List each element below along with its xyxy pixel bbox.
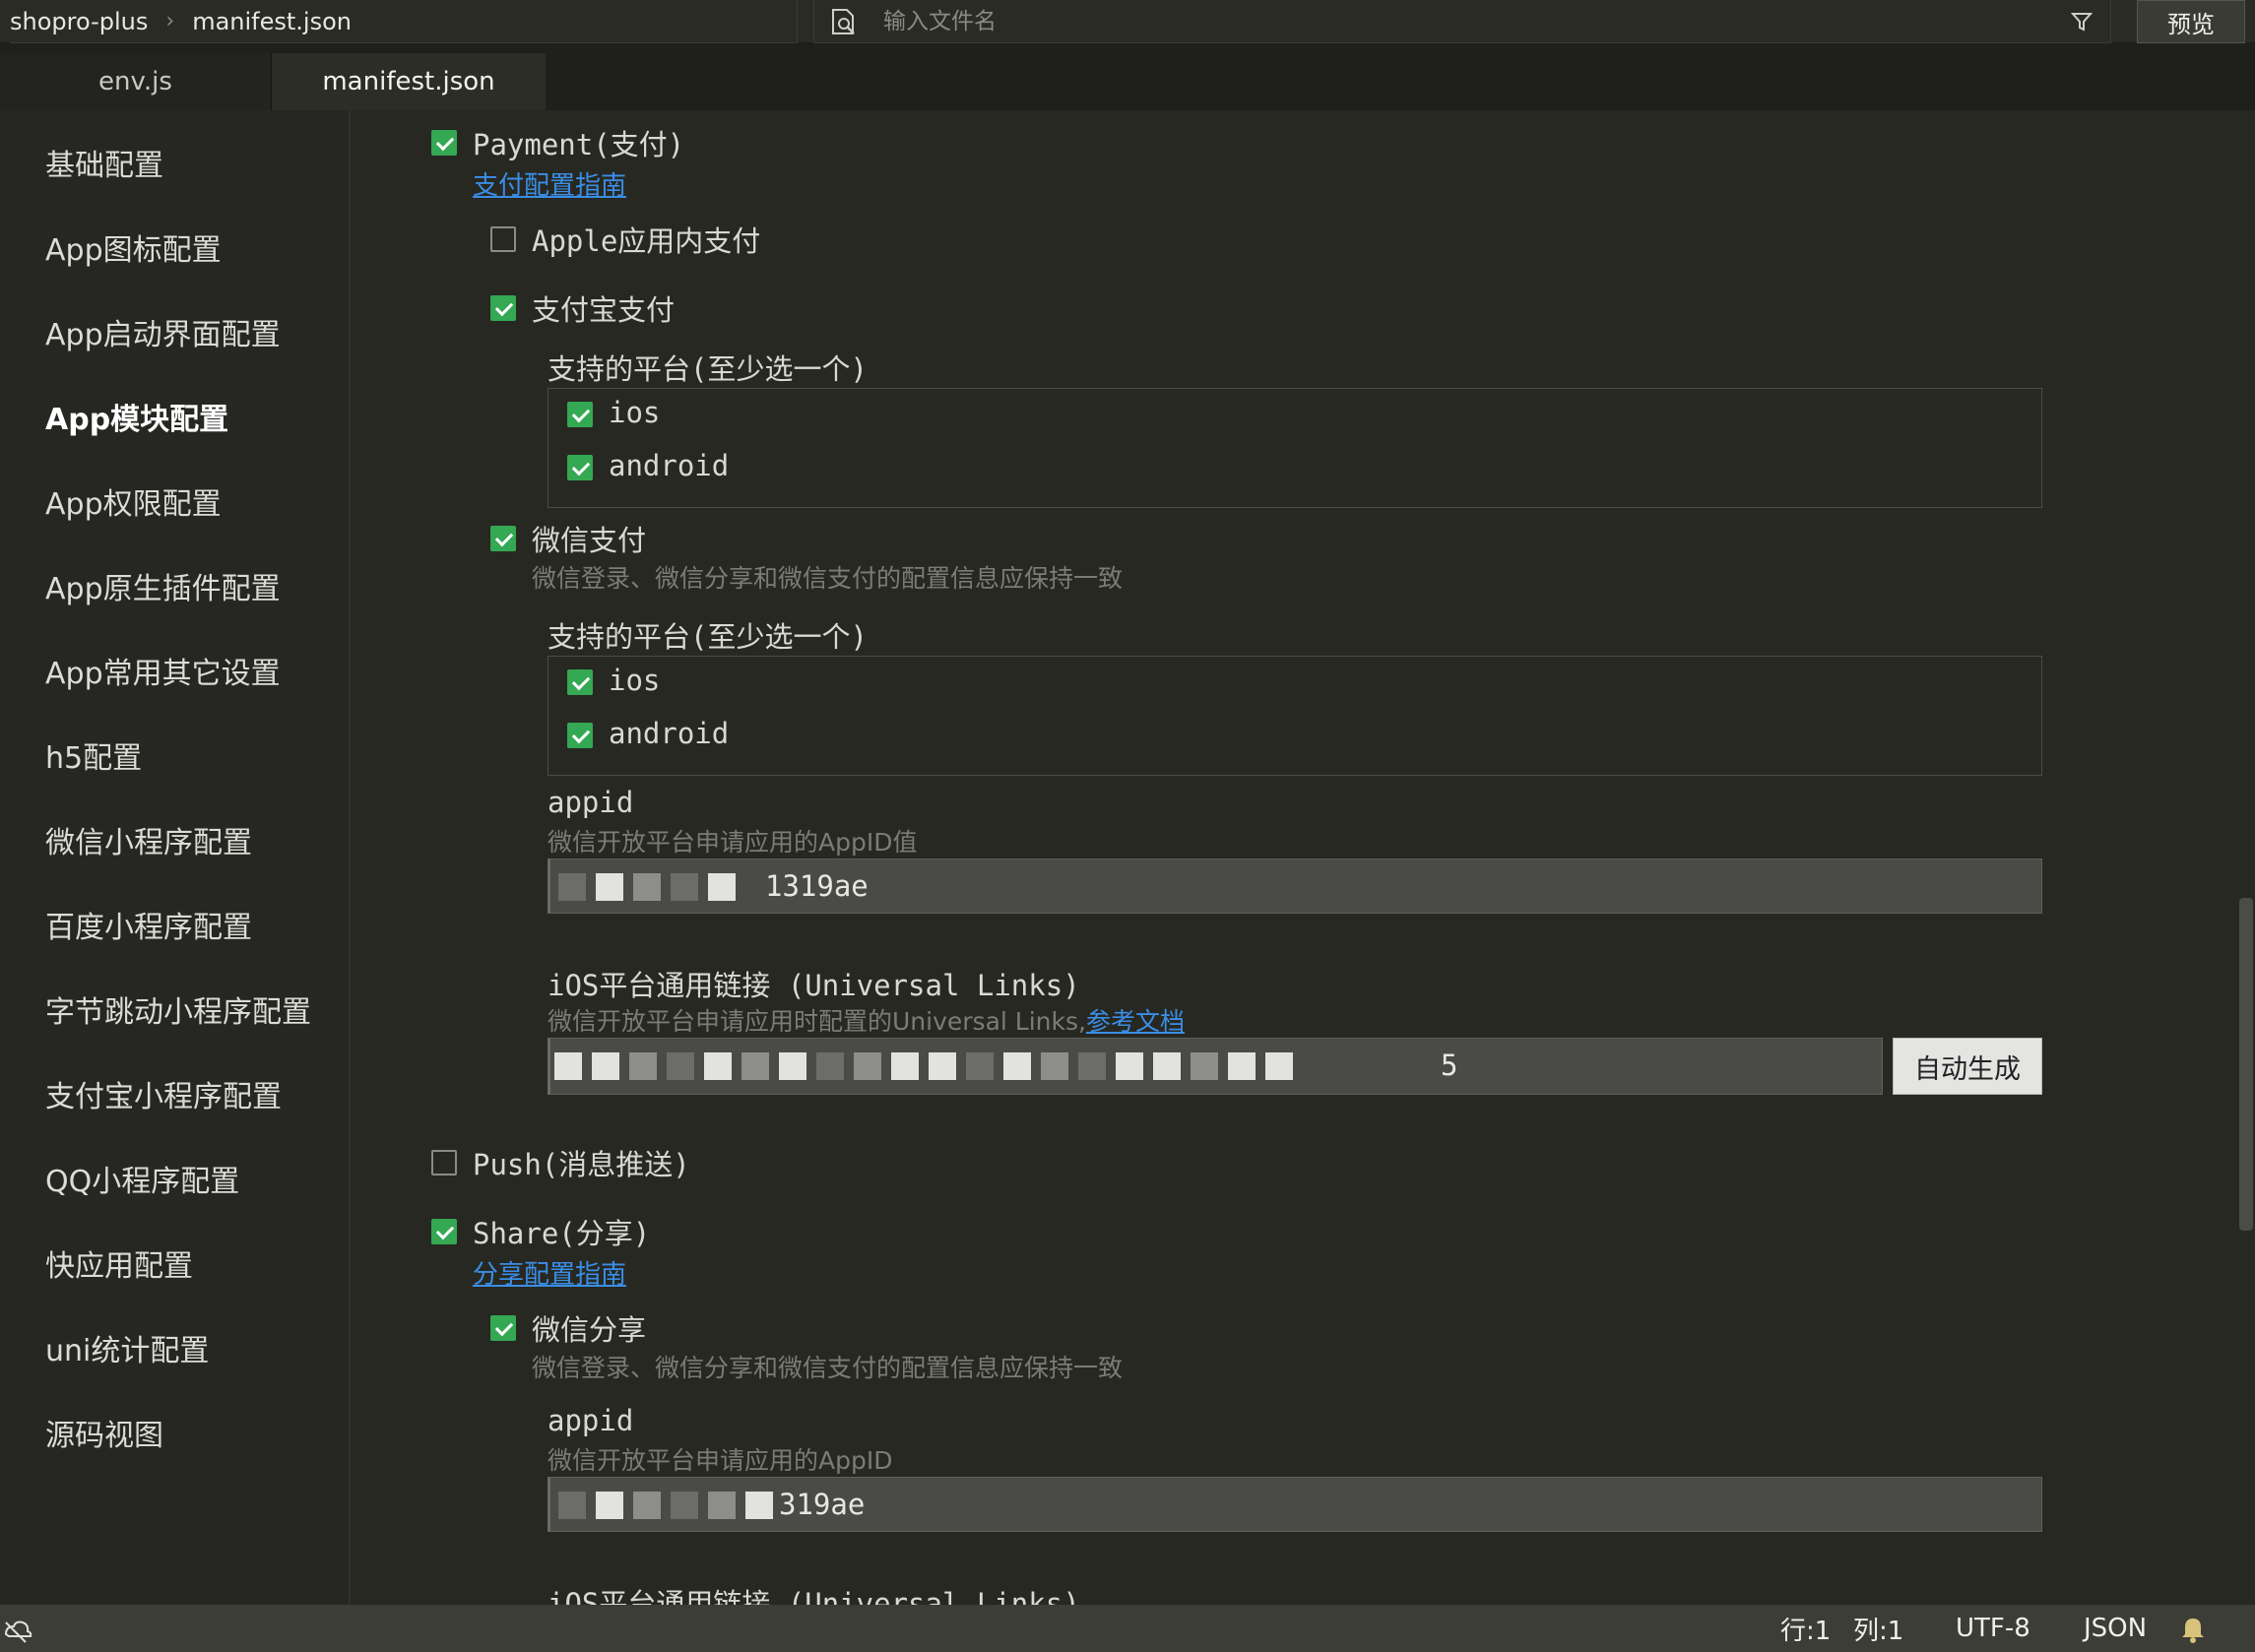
status-row[interactable]: 行:1: [1780, 1605, 1831, 1652]
file-search-icon: [832, 8, 855, 34]
wechat-share-label: 微信分享: [532, 1313, 647, 1347]
alipay-ios-label: ios: [609, 396, 661, 429]
wechat-pay-android-checkbox[interactable]: [567, 723, 593, 748]
status-col[interactable]: 列:1: [1853, 1605, 1903, 1652]
wechat-pay-appid-label: appid: [548, 786, 634, 819]
sidebar-item-h5[interactable]: h5配置: [45, 731, 142, 780]
top-bar: shopro-plus › manifest.json 预览: [0, 0, 2255, 43]
sidebar-item-wechat-mp[interactable]: 微信小程序配置: [45, 815, 252, 864]
payment-guide-link[interactable]: 支付配置指南: [473, 165, 626, 202]
wechat-pay-appid-hint: 微信开放平台申请应用的AppID值: [548, 828, 918, 857]
file-search-bar: [813, 0, 2111, 43]
redacted-share-appid: [558, 1484, 783, 1527]
sidebar-item-app-permissions[interactable]: App权限配置: [45, 477, 222, 526]
sidebar-item-app-other[interactable]: App常用其它设置: [45, 646, 281, 695]
wechat-share-appid-hint: 微信开放平台申请应用的AppID: [548, 1446, 893, 1475]
breadcrumb-file[interactable]: manifest.json: [192, 8, 352, 35]
status-language[interactable]: JSON: [2084, 1605, 2147, 1652]
payment-checkbox[interactable]: [431, 130, 457, 156]
push-label: Push(消息推送): [473, 1148, 690, 1181]
wechat-pay-ios-label: ios: [609, 664, 661, 697]
sidebar-item-app-icon[interactable]: App图标配置: [45, 222, 222, 272]
filter-icon[interactable]: [2067, 7, 2096, 36]
wechat-pay-ios-checkbox[interactable]: [567, 669, 593, 695]
wechat-share-ul-label: iOS平台通用链接 (Universal Links): [548, 1587, 1080, 1605]
redacted-appid: [558, 865, 745, 909]
redacted-universal-link: [554, 1045, 1303, 1088]
preview-button[interactable]: 预览: [2137, 0, 2245, 43]
breadcrumb-separator: ›: [165, 9, 175, 33]
config-sidebar: 基础配置 App图标配置 App启动界面配置 App模块配置 App权限配置 A…: [0, 110, 351, 1605]
content-scrollbar[interactable]: [2239, 898, 2253, 1231]
alipay-platforms-label: 支持的平台(至少选一个): [548, 352, 868, 386]
wechat-pay-appid-input[interactable]: 1319ae: [548, 858, 2042, 914]
wechat-pay-android-label: android: [609, 717, 730, 750]
wechat-pay-platforms-box: [548, 656, 2042, 776]
alipay-android-label: android: [609, 449, 730, 482]
tab-env-js[interactable]: env.js: [0, 53, 272, 110]
wechat-pay-ul-input[interactable]: 5: [548, 1038, 1883, 1095]
wechat-pay-label: 微信支付: [532, 524, 647, 557]
wechat-share-appid-label: appid: [548, 1404, 634, 1437]
tab-manifest-json[interactable]: manifest.json: [272, 53, 546, 110]
wechat-pay-ul-hint: 微信开放平台申请应用时配置的Universal Links,参考文档: [548, 1002, 1185, 1038]
auto-generate-button[interactable]: 自动生成: [1893, 1038, 2042, 1095]
share-label: Share(分享): [473, 1217, 651, 1250]
alipay-android-checkbox[interactable]: [567, 455, 593, 480]
sidebar-item-baidu-mp[interactable]: 百度小程序配置: [45, 900, 252, 949]
share-checkbox[interactable]: [431, 1219, 457, 1244]
apple-iap-checkbox[interactable]: [490, 226, 516, 252]
apple-iap-label: Apple应用内支付: [532, 224, 761, 258]
wechat-pay-platforms-label: 支持的平台(至少选一个): [548, 620, 868, 654]
module-config-panel: Payment(支付) 支付配置指南 Apple应用内支付 支付宝支付 支持的平…: [353, 110, 2223, 1605]
editor-window: shopro-plus › manifest.json 预览 env.js ma…: [0, 0, 2255, 1652]
sidebar-item-quickapp[interactable]: 快应用配置: [45, 1239, 193, 1288]
wechat-share-hint: 微信登录、微信分享和微信支付的配置信息应保持一致: [532, 1354, 1124, 1382]
cloud-sync-icon[interactable]: [0, 1605, 33, 1652]
wechat-share-appid-value: 319ae: [779, 1488, 866, 1521]
tab-bar: env.js manifest.json: [0, 43, 2255, 110]
wechat-share-checkbox[interactable]: [490, 1315, 516, 1341]
sidebar-item-app-modules[interactable]: App模块配置: [45, 392, 228, 441]
alipay-ios-checkbox[interactable]: [567, 402, 593, 427]
breadcrumb-project[interactable]: shopro-plus: [10, 8, 148, 35]
notification-bell-icon[interactable]: [2178, 1605, 2208, 1652]
sidebar-item-app-splash[interactable]: App启动界面配置: [45, 307, 281, 356]
share-guide-link[interactable]: 分享配置指南: [473, 1254, 626, 1291]
sidebar-item-uni-stat[interactable]: uni统计配置: [45, 1323, 209, 1372]
status-bar: 行:1 列:1 UTF-8 JSON: [0, 1605, 2255, 1652]
alipay-label: 支付宝支付: [532, 293, 676, 327]
sidebar-item-alipay-mp[interactable]: 支付宝小程序配置: [45, 1069, 282, 1118]
wechat-share-appid-input[interactable]: 319ae: [548, 1477, 2042, 1532]
wechat-pay-ul-hint-text: 微信开放平台申请应用时配置的Universal Links,: [548, 1007, 1086, 1036]
sidebar-item-source-view[interactable]: 源码视图: [45, 1408, 163, 1457]
alipay-platforms-box: [548, 388, 2042, 508]
status-encoding[interactable]: UTF-8: [1956, 1605, 2030, 1652]
wechat-pay-appid-value: 1319ae: [765, 869, 869, 903]
wechat-pay-ul-label: iOS平台通用链接 (Universal Links): [548, 969, 1080, 1002]
alipay-checkbox[interactable]: [490, 295, 516, 321]
wechat-pay-hint: 微信登录、微信分享和微信支付的配置信息应保持一致: [532, 564, 1124, 593]
sidebar-item-bytedance-mp[interactable]: 字节跳动小程序配置: [45, 985, 311, 1034]
sidebar-item-app-native-plugins[interactable]: App原生插件配置: [45, 561, 281, 610]
sidebar-item-basic[interactable]: 基础配置: [45, 138, 163, 187]
ul-doc-link[interactable]: 参考文档: [1086, 1007, 1185, 1036]
sidebar-item-qq-mp[interactable]: QQ小程序配置: [45, 1154, 239, 1203]
breadcrumb: shopro-plus › manifest.json: [10, 0, 798, 43]
payment-label: Payment(支付): [473, 128, 685, 161]
push-checkbox[interactable]: [431, 1150, 457, 1175]
wechat-pay-ul-value: 5: [1441, 1048, 1458, 1082]
file-search-input[interactable]: [883, 1, 2067, 41]
wechat-pay-checkbox[interactable]: [490, 526, 516, 551]
